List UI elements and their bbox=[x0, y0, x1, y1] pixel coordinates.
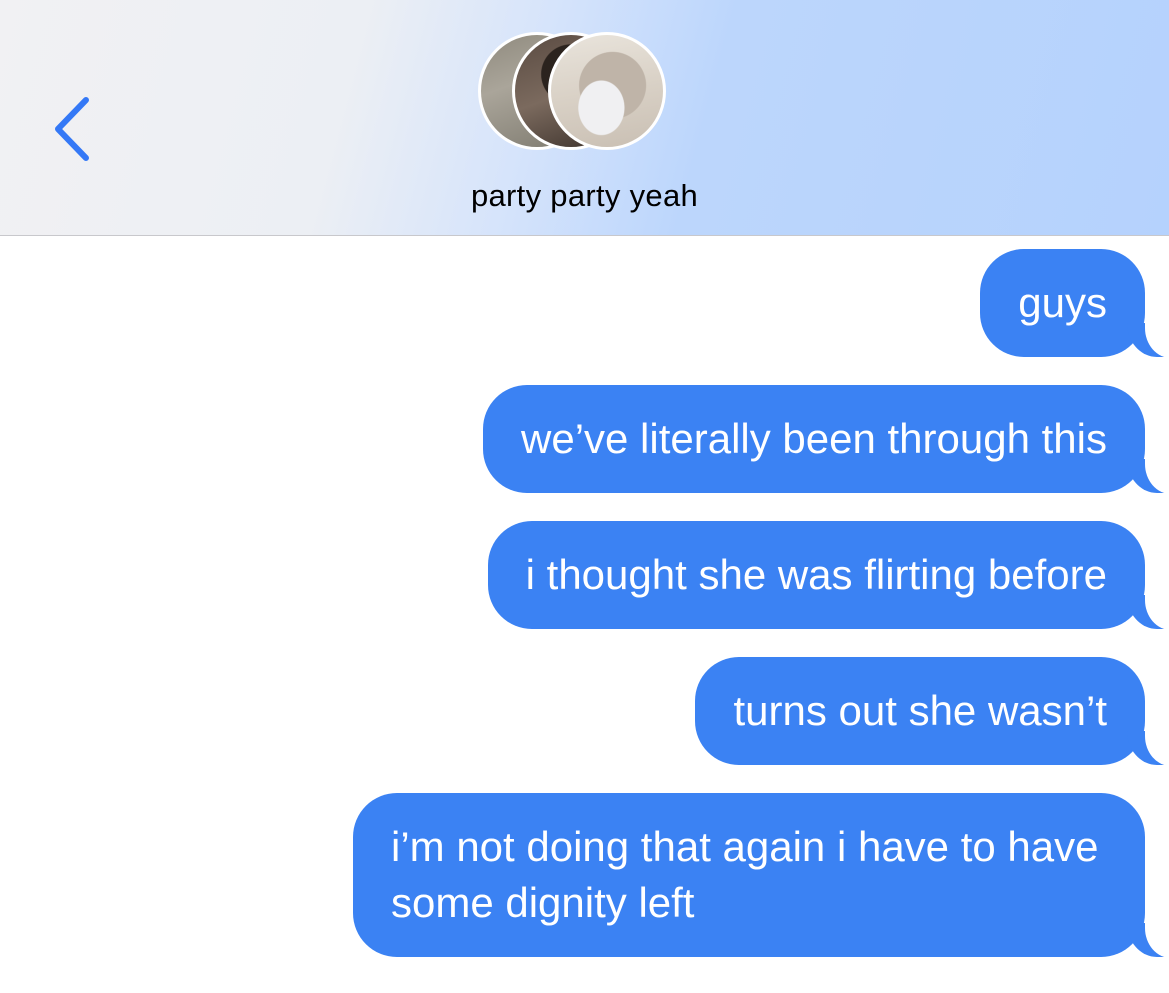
chevron-left-icon bbox=[55, 97, 89, 161]
avatar bbox=[548, 32, 666, 150]
messages-screen: party party yeah guys we’ve literally be… bbox=[0, 0, 1169, 993]
message-bubble[interactable]: we’ve literally been through this bbox=[483, 385, 1169, 494]
message-text: i’m not doing that again i have to have … bbox=[391, 823, 1099, 926]
message-list: guys we’ve literally been through this i… bbox=[0, 235, 1169, 993]
conversation-title[interactable]: party party yeah bbox=[0, 178, 1169, 214]
conversation-header: party party yeah bbox=[0, 0, 1169, 236]
message-bubble[interactable]: turns out she wasn’t bbox=[695, 657, 1169, 766]
message-bubble[interactable]: i’m not doing that again i have to have … bbox=[353, 793, 1169, 958]
message-text: we’ve literally been through this bbox=[521, 415, 1107, 462]
message-text: guys bbox=[1018, 279, 1107, 326]
message-bubble[interactable]: guys bbox=[980, 249, 1169, 358]
message-text: turns out she wasn’t bbox=[733, 687, 1107, 734]
message-bubble[interactable]: i thought she was flirting before bbox=[487, 521, 1169, 630]
back-button[interactable] bbox=[44, 92, 104, 166]
message-text: i thought she was flirting before bbox=[525, 551, 1107, 598]
group-avatar-stack[interactable] bbox=[476, 32, 696, 158]
